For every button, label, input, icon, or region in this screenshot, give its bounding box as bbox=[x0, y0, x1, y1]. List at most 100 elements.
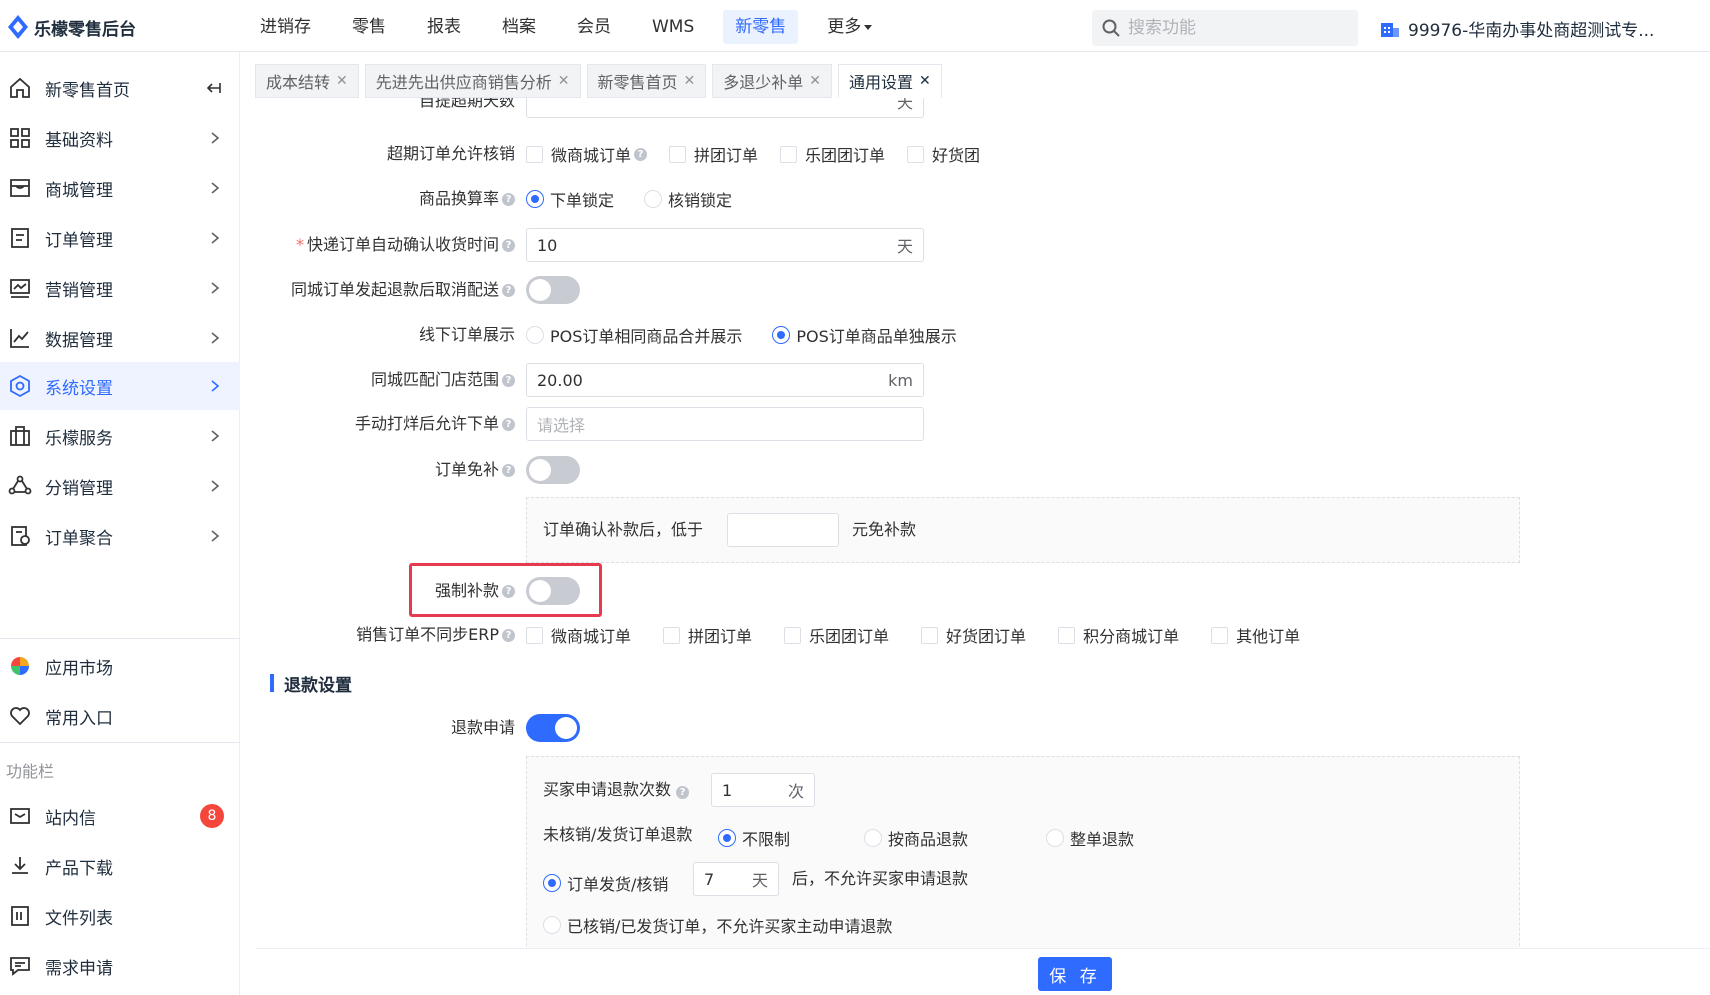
help-icon[interactable]: ? bbox=[502, 283, 515, 297]
checkbox-box[interactable] bbox=[526, 145, 543, 163]
sidebar-item-request[interactable]: 需求申请 bbox=[0, 942, 240, 990]
checkbox-group-buy[interactable]: 拼团订单 bbox=[669, 142, 758, 166]
checkbox-box[interactable] bbox=[1058, 626, 1076, 644]
shipped-days-input[interactable]: 7天 bbox=[693, 862, 779, 896]
close-icon[interactable]: ✕ bbox=[684, 73, 696, 89]
sidebar-item-file-list[interactable]: 文件列表 bbox=[0, 892, 240, 940]
radio-dot[interactable] bbox=[543, 874, 561, 892]
help-icon[interactable]: ? bbox=[502, 417, 515, 431]
help-icon[interactable]: ? bbox=[502, 238, 515, 252]
tab-refund-topup[interactable]: 多退少补单 ✕ bbox=[712, 64, 832, 98]
self-pickup-days-input[interactable]: 天 bbox=[526, 98, 924, 118]
radio-dot[interactable] bbox=[526, 326, 544, 344]
field-label: 线下订单展示 bbox=[419, 318, 515, 352]
tab-cost-carryover[interactable]: 成本结转 ✕ bbox=[255, 64, 359, 98]
app-logo[interactable]: 乐檬零售后台 bbox=[8, 14, 136, 40]
sidebar-item-common-entry[interactable]: 常用入口 bbox=[0, 692, 240, 740]
topnav-report[interactable]: 报表 bbox=[415, 10, 473, 44]
checkbox-box[interactable] bbox=[1211, 626, 1229, 644]
close-icon[interactable]: ✕ bbox=[919, 73, 931, 89]
refund-apply-switch[interactable] bbox=[526, 714, 580, 742]
close-icon[interactable]: ✕ bbox=[336, 73, 348, 89]
sidebar-item-marketing[interactable]: 营销管理 bbox=[0, 264, 240, 312]
save-button[interactable]: 保 存 bbox=[1038, 957, 1112, 991]
manual-close-select[interactable]: 请选择 bbox=[526, 407, 924, 441]
checkbox-erp-good-goods[interactable]: 好货团订单 bbox=[921, 623, 1026, 647]
checkbox-box[interactable] bbox=[921, 626, 939, 644]
checkbox-erp-other[interactable]: 其他订单 bbox=[1211, 623, 1300, 647]
checkbox-good-goods[interactable]: 好货团 bbox=[907, 142, 980, 166]
city-range-input[interactable]: 20.00 km bbox=[526, 363, 924, 397]
radio-writeoff-lock[interactable]: 核销锁定 bbox=[644, 187, 732, 211]
sidebar-item-distribution[interactable]: 分销管理 bbox=[0, 462, 240, 510]
close-icon[interactable]: ✕ bbox=[809, 73, 821, 89]
checkbox-erp-wechat-mall[interactable]: 微商城订单 bbox=[526, 623, 631, 647]
sidebar-item-product-download[interactable]: 产品下载 bbox=[0, 842, 240, 890]
collapse-sidebar-icon[interactable] bbox=[206, 80, 222, 96]
sidebar-item-home[interactable]: 新零售首页 bbox=[0, 64, 240, 112]
checkbox-letuan[interactable]: 乐团团订单 bbox=[780, 142, 885, 166]
radio-verified-no-refund[interactable]: 已核销/已发货订单，不允许买家主动申请退款 bbox=[543, 913, 892, 937]
help-icon[interactable]: ? bbox=[502, 463, 515, 477]
checkbox-box[interactable] bbox=[663, 626, 681, 644]
free-topup-amount-input[interactable] bbox=[727, 513, 839, 547]
radio-whole-order[interactable]: 整单退款 bbox=[1046, 826, 1134, 850]
topnav-member[interactable]: 会员 bbox=[565, 10, 623, 44]
sidebar-item-mall[interactable]: 商城管理 bbox=[0, 164, 240, 212]
tab-new-retail-home[interactable]: 新零售首页 ✕ bbox=[586, 64, 707, 98]
radio-shipped-days[interactable]: 订单发货/核销 bbox=[543, 871, 668, 895]
refund-options-panel: 买家申请退款次数 ? 1次 未核销/发货订单退款 不限制 按商品退款 整单退款 … bbox=[526, 756, 1520, 948]
store-selector[interactable]: 99976-华南办事处商超测试专... bbox=[1380, 16, 1654, 41]
radio-dot[interactable] bbox=[718, 829, 736, 847]
sidebar-item-lemeng-service[interactable]: 乐檬服务 bbox=[0, 412, 240, 460]
checkbox-wechat-mall[interactable]: 微商城订单? bbox=[526, 142, 648, 166]
sidebar-item-app-market[interactable]: 应用市场 bbox=[0, 642, 240, 690]
topnav-more[interactable]: 更多 bbox=[815, 10, 884, 44]
topnav-jxc[interactable]: 进销存 bbox=[248, 10, 323, 44]
help-icon[interactable]: ? bbox=[502, 192, 515, 206]
close-icon[interactable]: ✕ bbox=[558, 73, 570, 89]
topnav-new-retail[interactable]: 新零售 bbox=[723, 10, 799, 44]
checkbox-box[interactable] bbox=[907, 145, 925, 163]
topnav-wms[interactable]: WMS bbox=[640, 10, 706, 44]
sidebar-item-messages[interactable]: 站内信 8 bbox=[0, 792, 240, 840]
sidebar-item-orders[interactable]: 订单管理 bbox=[0, 214, 240, 262]
radio-dot[interactable] bbox=[644, 190, 663, 208]
help-icon[interactable]: ? bbox=[502, 628, 515, 642]
radio-order-lock[interactable]: 下单锁定 bbox=[526, 187, 614, 211]
help-icon[interactable]: ? bbox=[676, 786, 690, 799]
city-refund-cancel-switch[interactable] bbox=[526, 276, 580, 304]
topnav-retail[interactable]: 零售 bbox=[340, 10, 398, 44]
sidebar-item-basic-data[interactable]: 基础资料 bbox=[0, 114, 240, 162]
help-icon[interactable]: ? bbox=[634, 147, 648, 161]
radio-dot[interactable] bbox=[864, 829, 882, 847]
sidebar-item-data[interactable]: 数据管理 bbox=[0, 314, 240, 362]
sidebar-item-order-aggregate[interactable]: 订单聚合 bbox=[0, 512, 240, 560]
radio-dot[interactable] bbox=[772, 326, 791, 344]
tab-general-settings[interactable]: 通用设置 ✕ bbox=[838, 64, 942, 98]
checkbox-box[interactable] bbox=[669, 145, 687, 163]
radio-pos-separate[interactable]: POS订单商品单独展示 bbox=[772, 323, 957, 347]
checkbox-box[interactable] bbox=[526, 626, 543, 644]
radio-pos-merge[interactable]: POS订单相同商品合并展示 bbox=[526, 323, 742, 347]
express-confirm-input[interactable]: 10 天 bbox=[526, 228, 924, 262]
search-input[interactable] bbox=[1128, 18, 1328, 38]
radio-unlimited[interactable]: 不限制 bbox=[718, 826, 790, 850]
checkbox-erp-letuan[interactable]: 乐团团订单 bbox=[784, 623, 889, 647]
sidebar-item-label: 应用市场 bbox=[45, 658, 113, 679]
radio-dot[interactable] bbox=[1046, 829, 1064, 847]
radio-by-product[interactable]: 按商品退款 bbox=[864, 826, 968, 850]
radio-dot[interactable] bbox=[543, 916, 561, 934]
checkbox-box[interactable] bbox=[784, 626, 802, 644]
checkbox-erp-group-buy[interactable]: 拼团订单 bbox=[663, 623, 752, 647]
checkbox-erp-points-mall[interactable]: 积分商城订单 bbox=[1058, 623, 1179, 647]
order-free-topup-switch[interactable] bbox=[526, 456, 580, 484]
refund-times-input[interactable]: 1次 bbox=[711, 773, 815, 807]
checkbox-label: 好货团 bbox=[932, 146, 981, 165]
help-icon[interactable]: ? bbox=[502, 373, 515, 387]
radio-dot[interactable] bbox=[526, 190, 544, 208]
checkbox-box[interactable] bbox=[780, 145, 798, 163]
sidebar-item-system-settings[interactable]: 系统设置 bbox=[0, 362, 240, 410]
tab-fifo-supplier-analysis[interactable]: 先进先出供应商销售分析 ✕ bbox=[364, 64, 581, 98]
topnav-archive[interactable]: 档案 bbox=[490, 10, 548, 44]
